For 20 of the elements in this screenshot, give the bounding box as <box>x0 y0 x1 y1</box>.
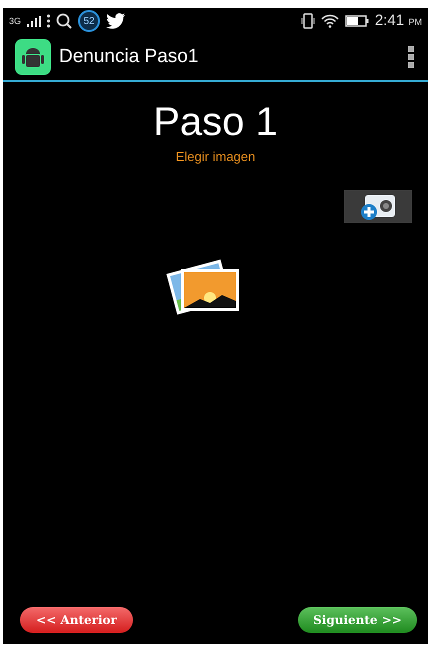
battery-icon <box>344 15 369 27</box>
step-heading: Paso 1 <box>153 100 278 145</box>
screen-title: Denuncia Paso1 <box>59 46 198 68</box>
clock-time: 2:41 <box>374 12 404 29</box>
network-type: 3G <box>9 16 22 26</box>
bird-icon <box>106 13 126 29</box>
previous-button[interactable]: << Anterior <box>20 607 133 633</box>
next-button[interactable]: Siguiente >> <box>298 607 417 633</box>
clock-period: PM <box>408 17 422 27</box>
more-icon <box>47 14 50 28</box>
android-app-icon[interactable] <box>15 39 51 75</box>
add-photo-button[interactable] <box>344 190 412 223</box>
notification-badge: 52 <box>78 10 100 32</box>
signal-icon <box>27 16 42 26</box>
vibrate-icon <box>300 13 315 29</box>
search-icon <box>56 13 72 29</box>
wifi-icon <box>320 14 339 28</box>
camera-add-icon <box>359 192 397 220</box>
step-subtitle: Elegir imagen <box>176 149 256 164</box>
overflow-menu-icon[interactable] <box>408 46 414 68</box>
